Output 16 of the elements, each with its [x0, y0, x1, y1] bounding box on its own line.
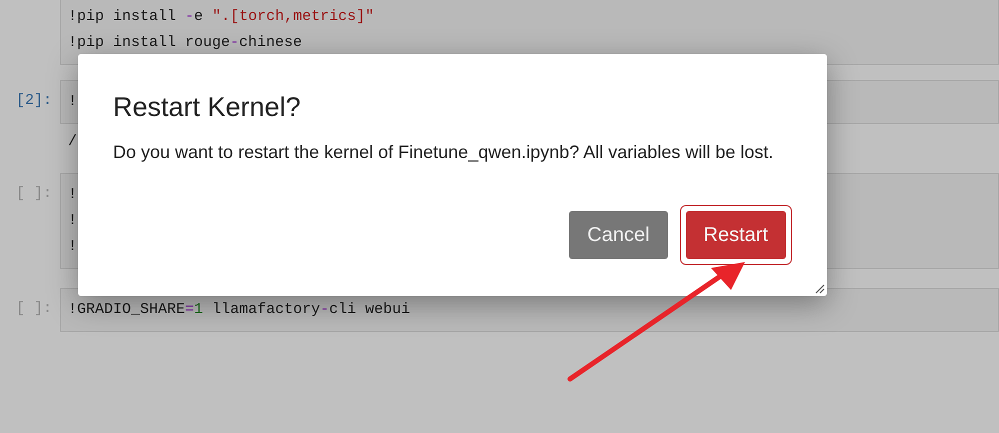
cell-output: / — [68, 133, 78, 150]
dialog-button[interactable]: Restart — [686, 211, 786, 259]
code-line: ! — [68, 185, 78, 205]
dialog-button[interactable]: Cancel — [569, 211, 668, 259]
code-line: !pip install rouge-chinese — [68, 33, 302, 53]
code-line: ! — [68, 237, 78, 257]
code-line: ! — [68, 92, 78, 112]
cell-prompt: [ ]: — [16, 299, 52, 319]
dialog-message: Do you want to restart the kernel of Finetune_qwen.ipynb? All variables will be lost. — [113, 141, 774, 164]
code-line: !pip install -e ".[torch,metrics]" — [68, 7, 374, 27]
dialog-title: Restart Kernel? — [113, 91, 302, 124]
code-line: !GRADIO_SHARE=1 llamafactory-cli webui — [68, 300, 410, 320]
cell-prompt: [2]: — [16, 91, 52, 111]
resize-handle-icon[interactable] — [815, 284, 825, 294]
cell-prompt: [ ]: — [16, 184, 52, 204]
code-line: ! — [68, 211, 78, 231]
